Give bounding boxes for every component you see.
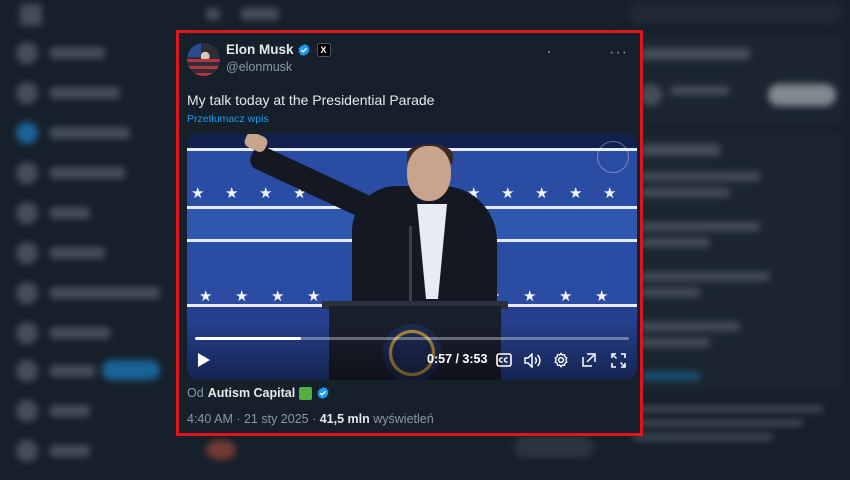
- nav-item: [16, 282, 160, 304]
- x-logo-icon: [20, 4, 42, 26]
- search-input: [628, 2, 843, 24]
- author-handle[interactable]: @elonmusk: [226, 60, 292, 74]
- more-icon[interactable]: ···: [609, 44, 628, 62]
- source-verified-badge-icon: [317, 386, 329, 400]
- author-row: Elon Musk X: [226, 42, 331, 57]
- settings-icon[interactable]: [552, 349, 570, 371]
- tweet-timestamp[interactable]: 4:40 AM · 21 sty 2025 ·: [187, 412, 320, 426]
- nav-item: [16, 162, 125, 184]
- tweet-header: Elon Musk X @elonmusk ···: [184, 42, 632, 78]
- tweet-meta: 4:40 AM · 21 sty 2025 · 41,5 mln wyświet…: [184, 412, 632, 426]
- blurred-left-sidebar: [0, 0, 175, 480]
- grok-icon[interactable]: [548, 51, 550, 53]
- source-prefix: Od: [187, 386, 204, 400]
- video-source: Od Autism Capital: [184, 386, 632, 400]
- nav-item: [16, 202, 90, 224]
- tweet-text: My talk today at the Presidential Parade: [187, 92, 435, 108]
- video-progress-fill: [195, 337, 302, 340]
- puzzle-emoji-icon: [299, 386, 313, 400]
- nav-item: [16, 360, 95, 382]
- screen: Elon Musk X @elonmusk ··· My talk today …: [0, 0, 850, 480]
- video-controls: 0:57 / 3:53: [187, 349, 637, 371]
- captions-icon[interactable]: [495, 349, 513, 371]
- video-progress-bar[interactable]: [195, 337, 629, 340]
- views-label: wyświetleń: [373, 412, 434, 426]
- nav-item: [16, 440, 90, 462]
- highlight-frame: Elon Musk X @elonmusk ··· My talk today …: [176, 30, 643, 436]
- views-count: 41,5 mln: [319, 412, 370, 426]
- play-icon[interactable]: [195, 349, 213, 371]
- video-player[interactable]: ★ ★ ★ ★ ★ ★ ★ ★ ★ ★ ★ ★ ★ ★ ★ ★ ★ ★: [187, 134, 637, 380]
- volume-icon[interactable]: [523, 349, 541, 371]
- nav-item: [16, 42, 105, 64]
- author-name[interactable]: Elon Musk: [226, 42, 294, 57]
- nav-item: [16, 400, 90, 422]
- translate-link[interactable]: Przetłumacz wpis: [184, 113, 632, 125]
- nav-item: [16, 322, 110, 344]
- tweet[interactable]: Elon Musk X @elonmusk ··· My talk today …: [179, 33, 640, 433]
- video-time: 0:57 / 3:53: [427, 352, 488, 366]
- source-name[interactable]: Autism Capital: [208, 386, 296, 400]
- nav-badge: [102, 360, 160, 380]
- blurred-right-sidebar: [615, 0, 850, 480]
- nav-item: [16, 122, 130, 144]
- verified-badge-icon: [298, 43, 309, 56]
- nav-item: [16, 82, 120, 104]
- avatar[interactable]: [187, 43, 220, 76]
- fullscreen-icon[interactable]: [609, 349, 627, 371]
- pip-icon[interactable]: [580, 349, 598, 371]
- x-affiliate-icon: X: [316, 42, 331, 57]
- nav-item: [16, 242, 105, 264]
